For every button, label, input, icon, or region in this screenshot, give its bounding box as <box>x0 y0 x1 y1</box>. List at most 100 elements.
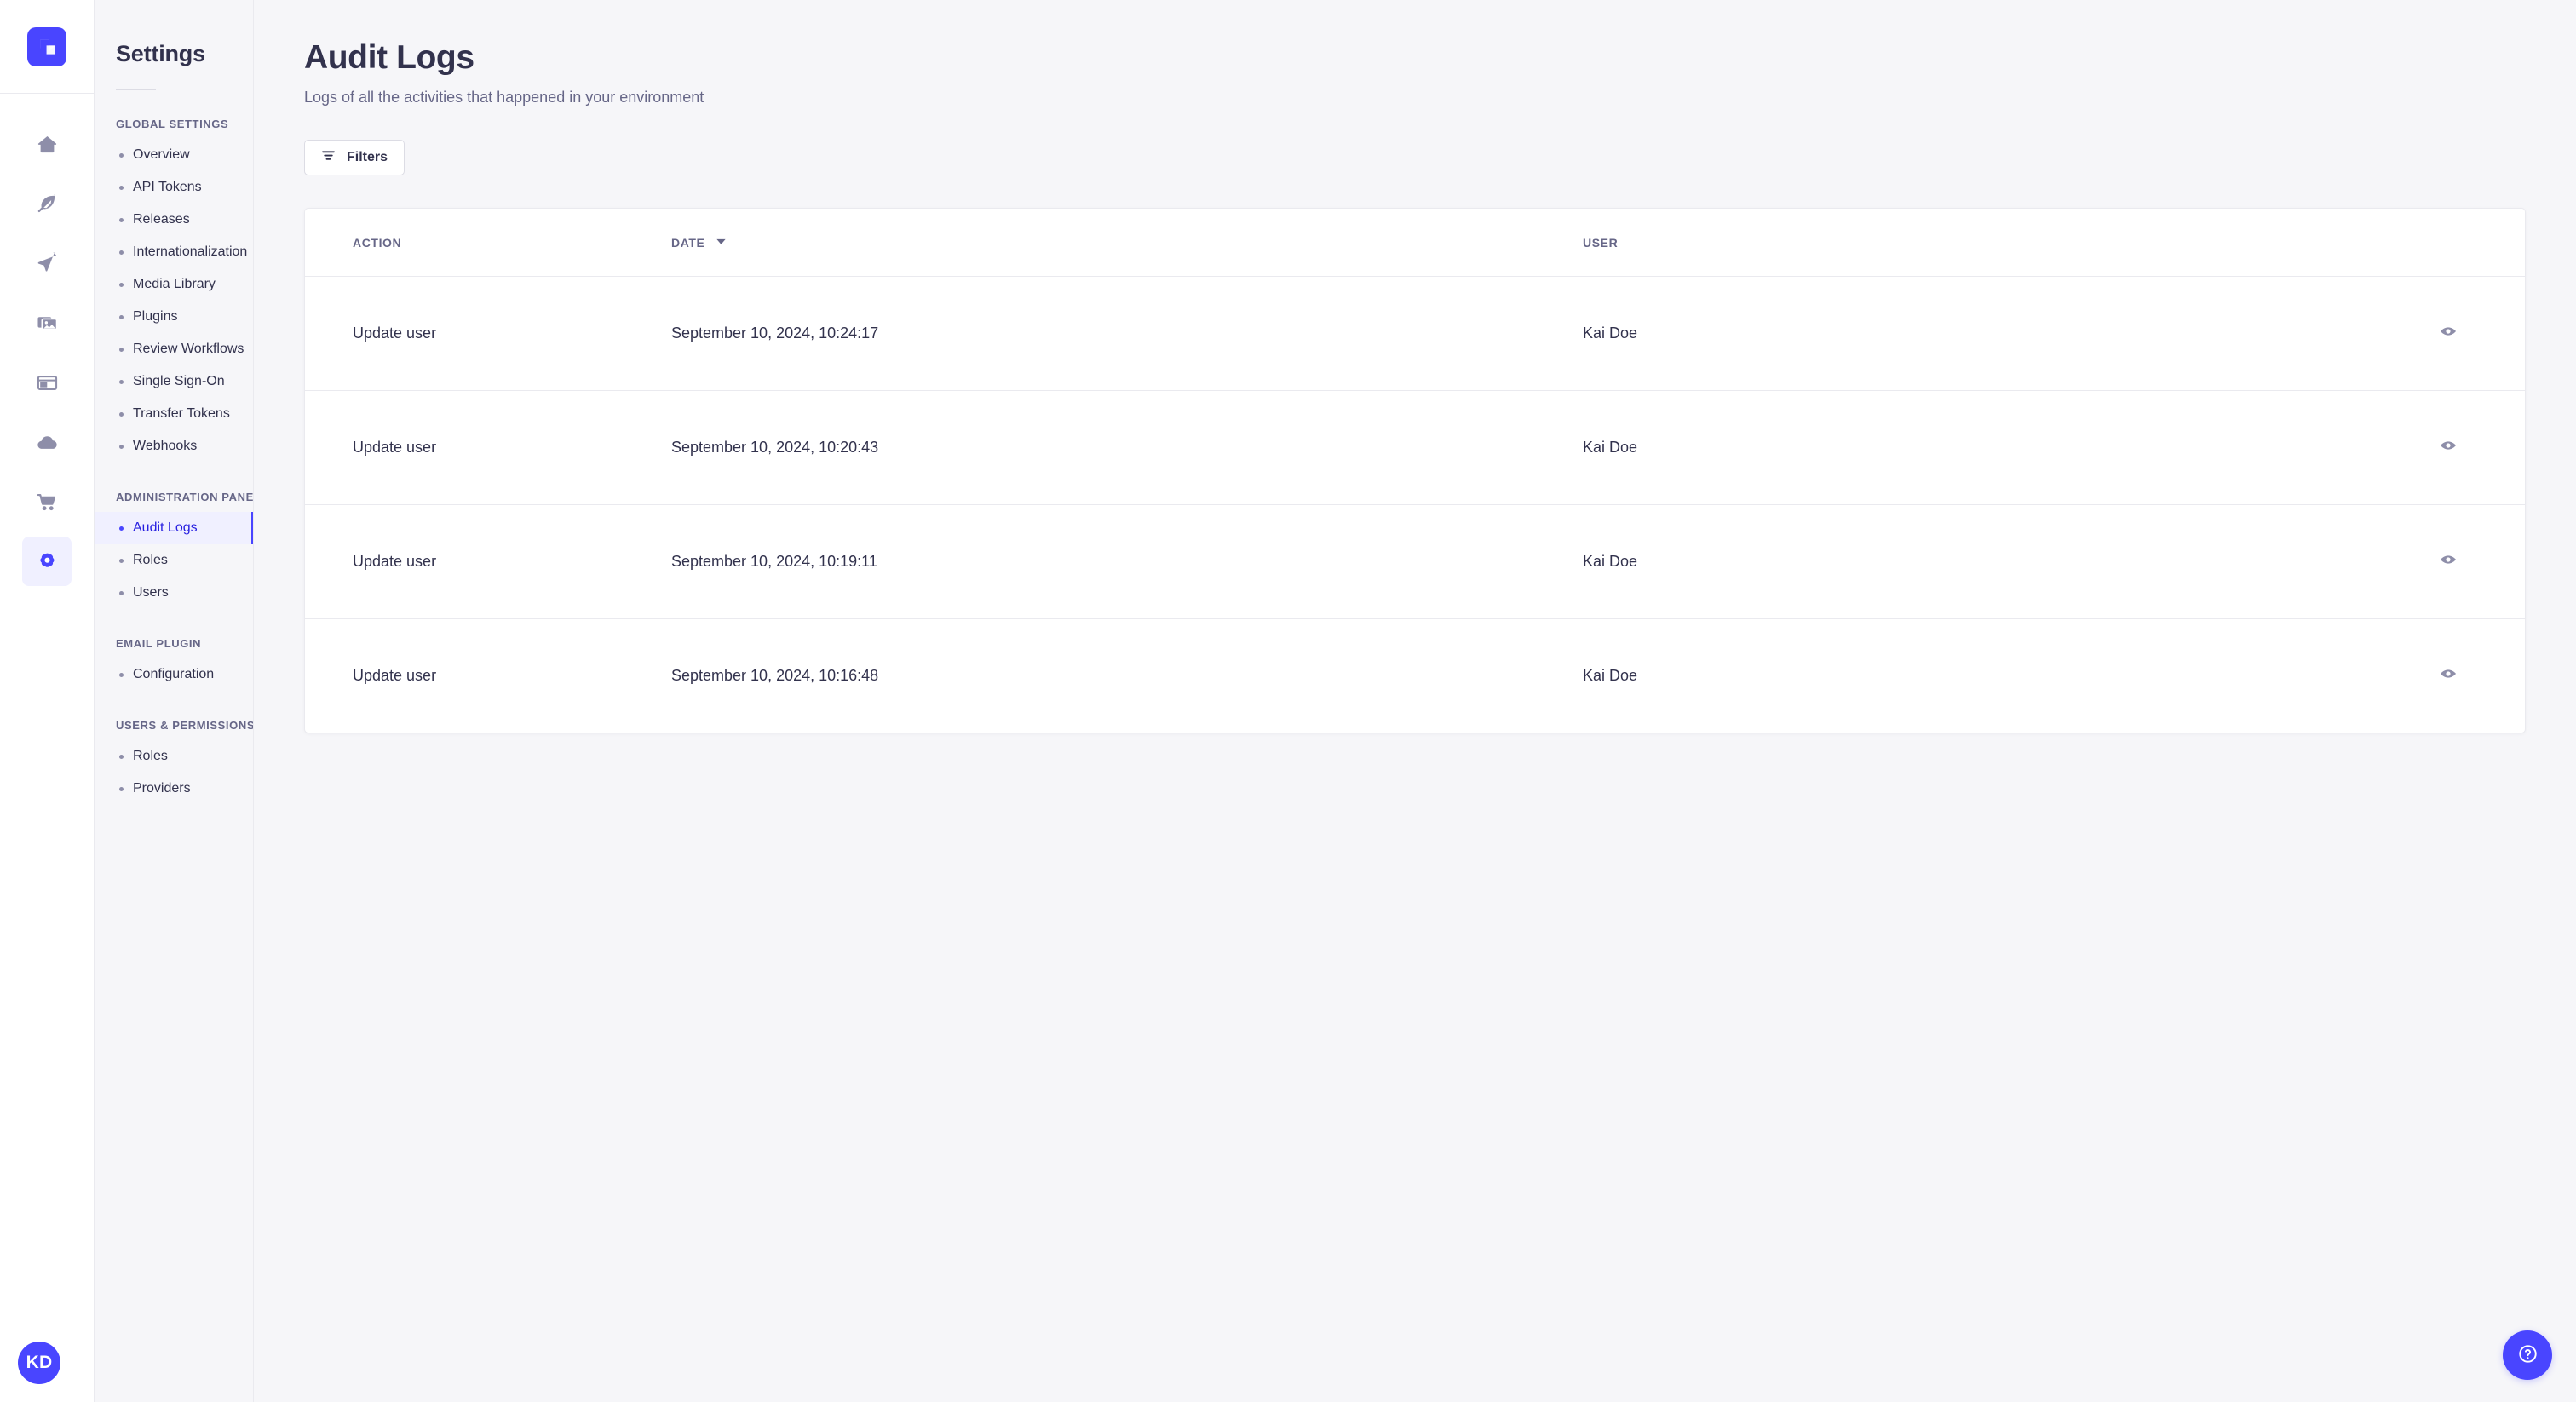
nav-section: USERS & PERMISSIONS PLUGINRolesProviders <box>95 719 253 805</box>
sidebar-item-label: Overview <box>133 147 190 163</box>
rail-item-home[interactable] <box>22 119 72 169</box>
sidebar-item-label: Configuration <box>133 667 214 682</box>
caret-down-icon[interactable] <box>715 235 727 250</box>
strapi-logo-icon[interactable] <box>27 27 66 66</box>
cell-row-actions <box>2094 276 2525 390</box>
settings-sidebar: Settings GLOBAL SETTINGS Overview API Toke… <box>95 0 254 1402</box>
cell-row-actions <box>2094 390 2525 504</box>
eye-icon <box>2438 560 2458 572</box>
cell-row-actions <box>2094 618 2525 733</box>
bullet-icon <box>119 673 124 677</box>
nav-list: Roles Providers <box>95 740 253 805</box>
sidebar-item-internationalization[interactable]: Internationalization <box>95 236 253 268</box>
column-header-date[interactable]: DATE <box>671 209 1583 277</box>
table-row[interactable]: Update userSeptember 10, 2024, 10:24:17K… <box>305 276 2525 390</box>
view-details-button[interactable] <box>2438 664 2458 684</box>
nav-section: GLOBAL SETTINGS Overview API Tokens Release… <box>95 118 253 463</box>
home-icon <box>36 133 59 156</box>
bullet-icon <box>119 283 124 287</box>
sidebar-item-label: Transfer Tokens <box>133 406 230 422</box>
sidebar-item-releases[interactable]: Releases <box>95 204 253 236</box>
help-button[interactable] <box>2503 1330 2552 1380</box>
filters-button[interactable]: Filters <box>304 140 405 175</box>
table-header-row: ACTION DATE USER <box>305 209 2525 277</box>
column-header-row-actions <box>2094 209 2525 277</box>
column-header-action[interactable]: ACTION <box>305 209 671 277</box>
sidebar-item-roles[interactable]: Roles <box>95 740 253 773</box>
column-header-user[interactable]: USER <box>1583 209 2094 277</box>
sidebar-item-label: Roles <box>133 553 168 568</box>
nav-section-label: ADMINISTRATION PANEL <box>95 491 253 503</box>
primary-icon-rail: KD <box>0 0 95 1402</box>
question-mark-circle-icon <box>2516 1342 2539 1368</box>
rail-item-cloud[interactable] <box>22 417 72 467</box>
audit-logs-table: ACTION DATE USER <box>305 209 2525 733</box>
sidebar-item-configuration[interactable]: Configuration <box>95 658 253 691</box>
logo-container <box>0 0 94 94</box>
sidebar-item-providers[interactable]: Providers <box>95 773 253 805</box>
sidebar-item-label: Releases <box>133 212 190 227</box>
bullet-icon <box>119 445 124 449</box>
nav-section: ADMINISTRATION PANEL Audit Logs Roles Users <box>95 491 253 609</box>
sidebar-item-api-tokens[interactable]: API Tokens <box>95 171 253 204</box>
sidebar-item-webhooks[interactable]: Webhooks <box>95 430 253 463</box>
eye-icon <box>2438 445 2458 458</box>
sidebar-item-label: Plugins <box>133 309 177 325</box>
rail-item-media-library[interactable] <box>22 298 72 348</box>
rail-item-content-manager[interactable] <box>22 179 72 228</box>
cell-user: Kai Doe <box>1583 618 2094 733</box>
sidebar-item-plugins[interactable]: Plugins <box>95 301 253 333</box>
sidebar-item-overview[interactable]: Overview <box>95 139 253 171</box>
bullet-icon <box>119 348 124 352</box>
sidebar-item-single-sign-on[interactable]: Single Sign-On <box>95 365 253 398</box>
bullet-icon <box>119 559 124 563</box>
view-details-button[interactable] <box>2438 549 2458 570</box>
rail-item-settings[interactable] <box>22 537 72 586</box>
sidebar-item-transfer-tokens[interactable]: Transfer Tokens <box>95 398 253 430</box>
bullet-icon <box>119 153 124 158</box>
nav-section: EMAIL PLUGIN Configuration <box>95 637 253 691</box>
sidebar-item-label: Media Library <box>133 277 216 292</box>
rail-item-marketplace[interactable] <box>22 477 72 526</box>
toolbar: Filters <box>254 106 2576 175</box>
images-icon <box>36 312 59 335</box>
cell-date: September 10, 2024, 10:19:11 <box>671 504 1583 618</box>
cell-action: Update user <box>305 618 671 733</box>
layout-icon <box>36 371 59 394</box>
cell-row-actions <box>2094 504 2525 618</box>
settings-title: Settings <box>95 0 253 67</box>
sidebar-item-label: Users <box>133 585 169 600</box>
cell-date: September 10, 2024, 10:24:17 <box>671 276 1583 390</box>
rail-item-documentation[interactable] <box>22 358 72 407</box>
bullet-icon <box>119 186 124 190</box>
sidebar-item-label: Providers <box>133 781 191 796</box>
view-details-button[interactable] <box>2438 321 2458 342</box>
table-row[interactable]: Update userSeptember 10, 2024, 10:19:11K… <box>305 504 2525 618</box>
sidebar-item-audit-logs[interactable]: Audit Logs <box>95 512 253 544</box>
column-header-action-label: ACTION <box>353 236 401 250</box>
cell-user: Kai Doe <box>1583 276 2094 390</box>
filter-icon <box>321 148 336 167</box>
view-details-button[interactable] <box>2438 435 2458 456</box>
rail-item-content-type-builder[interactable] <box>22 238 72 288</box>
sidebar-item-label: Audit Logs <box>133 520 198 536</box>
cell-action: Update user <box>305 390 671 504</box>
table-row[interactable]: Update userSeptember 10, 2024, 10:20:43K… <box>305 390 2525 504</box>
nav-list: Configuration <box>95 658 253 691</box>
sidebar-item-review-workflows[interactable]: Review Workflows <box>95 333 253 365</box>
sidebar-item-users[interactable]: Users <box>95 577 253 609</box>
settings-nav-sections: GLOBAL SETTINGS Overview API Tokens Release… <box>95 118 253 805</box>
audit-logs-table-card: ACTION DATE USER <box>304 208 2526 734</box>
bullet-icon <box>119 591 124 595</box>
sidebar-item-media-library[interactable]: Media Library <box>95 268 253 301</box>
sidebar-item-label: Single Sign-On <box>133 374 225 389</box>
nav-list: Audit Logs Roles Users <box>95 512 253 609</box>
sidebar-item-label: Roles <box>133 749 168 764</box>
nav-section-label: EMAIL PLUGIN <box>95 637 253 650</box>
avatar[interactable]: KD <box>18 1342 60 1384</box>
table-head: ACTION DATE USER <box>305 209 2525 277</box>
table-row[interactable]: Update userSeptember 10, 2024, 10:16:48K… <box>305 618 2525 733</box>
bullet-icon <box>119 412 124 417</box>
nav-section-label: GLOBAL SETTINGS <box>95 118 253 130</box>
sidebar-item-roles[interactable]: Roles <box>95 544 253 577</box>
